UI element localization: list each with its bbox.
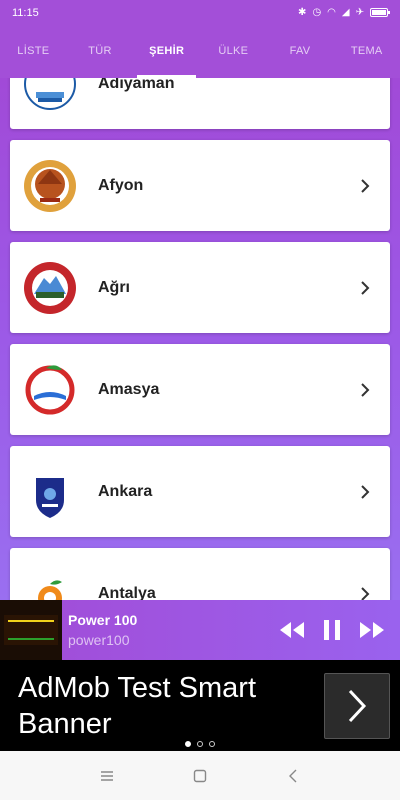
pager-dot bbox=[209, 741, 215, 747]
city-name: Antalya bbox=[98, 584, 156, 601]
menu-icon bbox=[100, 770, 113, 781]
afyon-logo bbox=[22, 158, 78, 214]
amasya-logo bbox=[22, 362, 78, 418]
city-name: Amasya bbox=[98, 380, 160, 398]
ad-open-button[interactable] bbox=[324, 672, 390, 739]
city-name: Ağrı bbox=[98, 278, 130, 296]
bluetooth-icon: ✱ bbox=[298, 6, 307, 18]
tab-ulke[interactable]: ÜLKE bbox=[200, 25, 267, 78]
ad-banner[interactable]: AdMob Test Smart Banner bbox=[0, 660, 400, 751]
pause-button[interactable] bbox=[312, 610, 352, 650]
antalya-logo bbox=[22, 566, 78, 600]
tab-tur[interactable]: TÜR bbox=[67, 25, 134, 78]
battery-icon bbox=[370, 8, 390, 17]
pager-dot bbox=[185, 741, 191, 747]
city-card-afyon[interactable]: Afyon bbox=[10, 140, 390, 231]
system-nav-bar bbox=[0, 751, 400, 800]
chevron-right-icon bbox=[350, 273, 380, 303]
wifi-icon: ◠ bbox=[327, 6, 336, 18]
status-time: 11:15 bbox=[12, 6, 39, 19]
chevron-right-icon bbox=[350, 579, 380, 600]
tab-liste[interactable]: LİSTE bbox=[0, 25, 67, 78]
chevron-right-icon bbox=[348, 689, 367, 722]
signal-icon: ◢ bbox=[341, 6, 350, 18]
city-card-amasya[interactable]: Amasya bbox=[10, 344, 390, 435]
back-icon bbox=[289, 769, 297, 782]
tab-bar: LİSTE TÜR ŞEHİR ÜLKE FAV TEMA bbox=[0, 25, 400, 78]
tab-sehir[interactable]: ŞEHİR bbox=[133, 25, 200, 78]
station-logo bbox=[0, 600, 62, 660]
pager-dot bbox=[197, 741, 203, 747]
rewind-icon bbox=[280, 622, 304, 638]
mini-player[interactable]: Power 100 power100 bbox=[0, 600, 400, 660]
back-button[interactable] bbox=[273, 756, 313, 796]
city-card-antalya[interactable]: Antalya bbox=[10, 548, 390, 600]
tab-fav[interactable]: FAV bbox=[267, 25, 334, 78]
tab-tema[interactable]: TEMA bbox=[333, 25, 400, 78]
agri-logo bbox=[22, 260, 78, 316]
chevron-right-icon bbox=[350, 78, 380, 99]
station-title: Power 100 bbox=[68, 612, 138, 628]
fast-forward-button[interactable] bbox=[352, 610, 392, 650]
city-name: Ankara bbox=[98, 482, 153, 500]
pause-icon bbox=[324, 620, 340, 640]
chevron-right-icon bbox=[350, 171, 380, 201]
recents-button[interactable] bbox=[87, 756, 127, 796]
status-icons: ✱ ◷ ◠ ◢ ✈ bbox=[298, 6, 390, 18]
ankara-logo bbox=[22, 464, 78, 520]
chevron-right-icon bbox=[350, 477, 380, 507]
chevron-right-icon bbox=[350, 375, 380, 405]
city-name: Afyon bbox=[98, 176, 144, 194]
city-card-adiyaman[interactable]: Adıyaman bbox=[10, 78, 390, 129]
ad-text: AdMob Test Smart Banner bbox=[18, 671, 257, 740]
home-button[interactable] bbox=[180, 756, 220, 796]
alarm-icon: ◷ bbox=[312, 6, 322, 18]
city-name: Adıyaman bbox=[98, 78, 175, 92]
ad-pager-dots bbox=[0, 741, 400, 747]
city-card-agri[interactable]: Ağrı bbox=[10, 242, 390, 333]
flight-icon: ✈ bbox=[355, 6, 364, 18]
station-subtitle: power100 bbox=[68, 632, 130, 648]
home-icon bbox=[193, 769, 207, 782]
city-list[interactable]: Adıyaman Afyon Ağrı Amasya Ankara Antaly… bbox=[0, 78, 400, 600]
city-card-ankara[interactable]: Ankara bbox=[10, 446, 390, 537]
status-bar: 11:15 ✱ ◷ ◠ ◢ ✈ bbox=[0, 0, 400, 25]
fast-forward-icon bbox=[360, 622, 384, 638]
adiyaman-logo bbox=[22, 78, 78, 112]
rewind-button[interactable] bbox=[272, 610, 312, 650]
